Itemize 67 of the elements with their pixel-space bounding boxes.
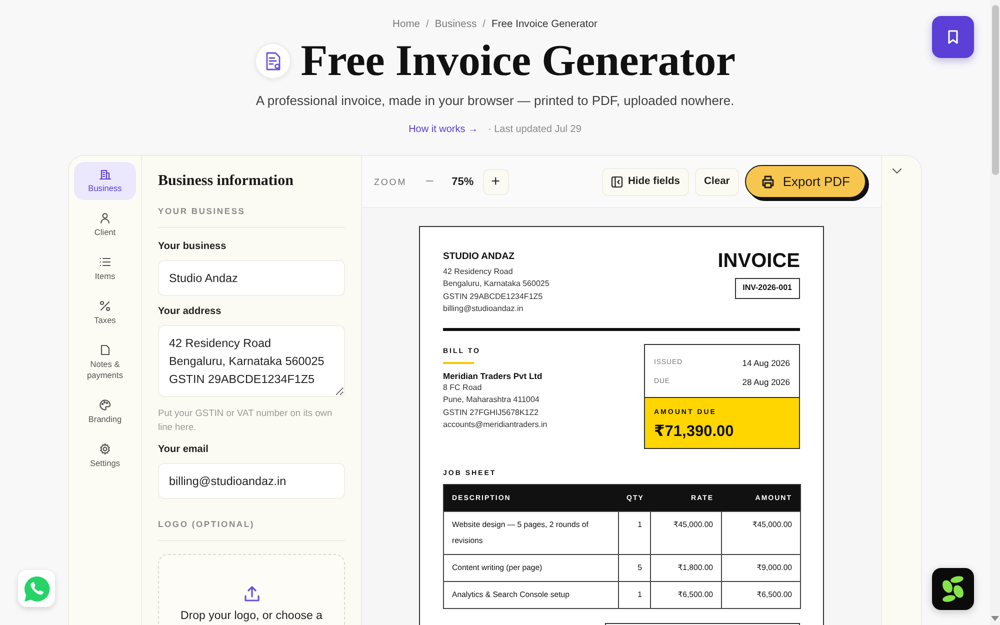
address-line: billing@studioandaz.in [443,302,524,315]
field-label: Your email [158,443,210,457]
last-updated-text: · Last updated Jul 29 [488,123,582,137]
clear-button[interactable]: Clear [695,168,739,196]
sidebar-item[interactable]: Client [74,206,136,244]
leaf-logo-icon[interactable] [932,568,974,610]
percent-icon [99,300,111,312]
logo-dropzone[interactable]: Drop your logo, or choose a [158,554,345,625]
hide-fields-button[interactable]: Hide fields [602,168,690,196]
client-address-line: 8 FC Road [443,382,483,394]
settings-icon [99,443,111,455]
amount-due-value: ₹71,390.00 [654,422,735,442]
side-panel-icon [610,176,623,188]
section-heading: YOUR BUSINESS [158,205,246,217]
sidebar-item[interactable]: Notes & payments [74,338,136,387]
client-address-line: GSTIN 27FGHIJ5678K1Z2 [443,406,540,419]
field-hint: Put your GSTIN or VAT number on its own line here. [158,407,334,434]
breadcrumb-separator: / [426,18,429,32]
chevron-down-icon[interactable] [892,168,902,174]
page-subtitle: A professional invoice, made in your browser — printed to PDF, uploaded nowhere. [256,92,734,110]
export-pdf-button[interactable]: Export PDF [744,165,866,198]
scrollbar-thumb[interactable] [992,5,998,175]
text-input[interactable]: billing@studioandaz.in [158,463,345,499]
client-address-line: accounts@meridiantraders.in [443,419,548,432]
client-address-line: Pune, Maharashtra 411004 [443,394,540,406]
section-heading: LOGO (OPTIONAL) [158,518,256,530]
bookmark-button[interactable] [932,16,974,58]
date-value: 14 Aug 2026 [742,358,790,368]
person-icon [99,212,111,224]
client-name: Meridian Traders Pvt Ltd [443,370,544,382]
address-line: Bengaluru, Karnataka 560025 [443,278,550,290]
address-line: 42 Residency Road [443,266,514,278]
palette-icon [99,399,111,411]
building-icon [99,168,111,180]
sidebar-item[interactable]: Items [74,250,136,288]
zoom-in-button[interactable]: + [482,168,509,194]
sidebar-item[interactable]: Settings [74,437,136,475]
address-line: GSTIN 29ABCDE1234F1Z5 [443,290,544,303]
phone-bubble-icon [22,574,52,604]
form-title: Business information [158,172,294,190]
address-textarea[interactable]: 42 Residency Road Bengaluru, Karnataka 560025 GSTIN 29ABCDE1234F1Z5 [158,325,345,397]
scroll-down-arrow-icon[interactable] [991,616,999,621]
field-label: Your business [158,240,228,254]
printer-icon [760,174,775,188]
accent-underline [443,362,474,364]
sidebar-item[interactable]: Branding [74,393,136,431]
invoice-number: INV-2026-001 [734,278,800,299]
breadcrumb-link[interactable]: Business [434,18,477,32]
text-input[interactable]: Studio Andaz [158,260,345,296]
sidebar-item[interactable]: Taxes [74,294,136,332]
field-label: Your address [158,305,222,319]
breadcrumb-separator: / [482,18,486,32]
invoice-title: INVOICE [718,249,800,273]
page-title: Free Invoice Generator [300,37,736,85]
breadcrumb-link[interactable]: Home [392,18,420,32]
sidebar-item[interactable]: Business [74,162,136,200]
bookmark-icon [945,29,961,45]
business-name: STUDIO ANDAZ [443,251,516,263]
document-icon [254,43,291,79]
page-icon [99,344,111,356]
date-value: 28 Aug 2026 [742,376,790,387]
zoom-label: ZOOM [374,176,407,186]
breadcrumb-current: Free Invoice Generator [492,18,598,32]
zoom-value: 75% [452,176,474,188]
upload-icon [242,585,260,603]
list-icon [99,256,111,268]
how-it-works-link[interactable]: How it works → [408,123,478,137]
